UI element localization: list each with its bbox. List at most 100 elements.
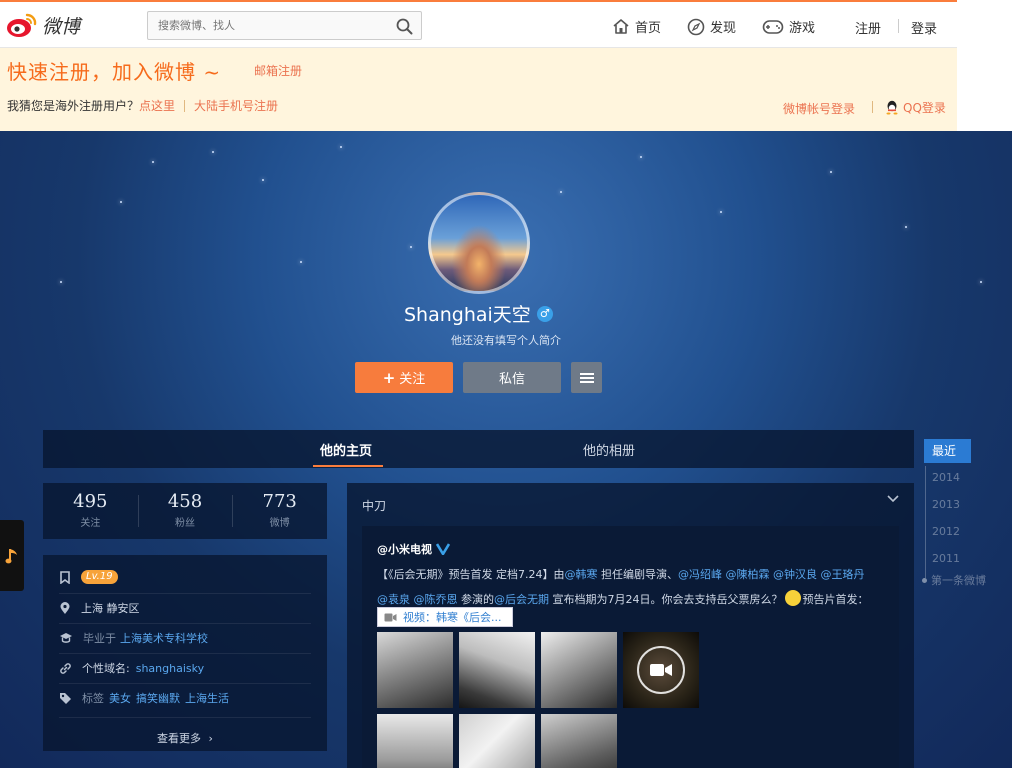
top-nav: 微博 首页 发现 — [0, 0, 957, 48]
timeline-year-2014[interactable]: 2014 — [932, 471, 960, 484]
tag-link[interactable]: 上海生活 — [185, 690, 229, 706]
info-level-row: Lv.19 — [59, 570, 118, 584]
timeline-year-2011[interactable]: 2011 — [932, 552, 960, 565]
gender-male-icon: ♂ — [536, 305, 553, 322]
divider — [59, 683, 311, 684]
video-thumbnail[interactable] — [623, 632, 699, 708]
nav-home[interactable]: 首页 — [612, 17, 661, 36]
timeline-year-2012[interactable]: 2012 — [932, 525, 960, 538]
register-slogan: 快速注册，加入微博 ~ — [7, 60, 222, 84]
active-tab-indicator — [313, 465, 383, 467]
mention-link[interactable]: @陈乔恩 — [414, 593, 458, 606]
mention-link[interactable]: @王珞丹 — [821, 568, 865, 581]
post-author[interactable]: @小米电视 — [377, 541, 450, 557]
stats-panel: 495 关注 458 粉丝 773 微博 — [43, 483, 327, 539]
post-image[interactable] — [377, 632, 453, 708]
verified-v-icon — [436, 543, 450, 555]
nav-games[interactable]: 游戏 — [762, 17, 815, 36]
tag-icon — [60, 692, 71, 704]
stat-followers[interactable]: 458 粉丝 — [137, 483, 233, 539]
divider — [59, 653, 311, 654]
music-player-tab[interactable] — [0, 520, 24, 591]
divider — [59, 623, 311, 624]
stat-following[interactable]: 495 关注 — [43, 483, 138, 539]
qq-penguin-icon — [886, 100, 898, 115]
play-button[interactable] — [637, 646, 685, 694]
post-image[interactable] — [541, 714, 617, 768]
search-input[interactable] — [148, 12, 378, 39]
home-icon — [613, 19, 629, 34]
emoji-icon — [784, 590, 801, 606]
mention-link[interactable]: @陳柏霖 — [726, 568, 770, 581]
domain-link[interactable]: shanghaisky — [136, 662, 204, 675]
timeline-first-post-label: 第一条微博 — [931, 574, 986, 587]
search-button[interactable] — [396, 18, 413, 38]
divider — [872, 101, 873, 113]
post-image[interactable] — [541, 632, 617, 708]
nav-links: 首页 发现 游戏 — [612, 17, 841, 36]
post-text-part: 担任编剧导演、 — [597, 568, 678, 581]
qq-login-link[interactable]: QQ登录 — [885, 99, 946, 116]
tab-album[interactable]: 他的相册 — [583, 440, 635, 459]
register-banner: 快速注册，加入微博 ~ 邮箱注册 我猜您是海外注册用户？ 点这里 大陆手机号注册… — [0, 48, 957, 131]
stat-followers-count: 458 — [167, 491, 203, 512]
weibo-logo[interactable]: 微博 — [6, 11, 80, 39]
see-more-label: 查看更多 — [157, 732, 202, 745]
timeline-line — [925, 466, 926, 578]
mention-link[interactable]: @冯绍峰 — [678, 568, 722, 581]
weibo-logo-icon — [7, 13, 37, 37]
nav-register-link[interactable]: 注册 — [855, 18, 881, 37]
tag-link[interactable]: 美女 — [109, 690, 131, 706]
link-icon — [60, 662, 71, 674]
timeline-year-2013[interactable]: 2013 — [932, 498, 960, 511]
stat-posts[interactable]: 773 微博 — [232, 483, 327, 539]
follow-button-label: 关注 — [399, 372, 426, 387]
school-link[interactable]: 上海美术专科学校 — [120, 630, 208, 646]
mainland-register-link[interactable]: 大陆手机号注册 — [194, 97, 278, 114]
divider — [59, 593, 311, 594]
level-badge[interactable]: Lv.19 — [81, 570, 118, 584]
timeline-recent[interactable]: 最近 — [924, 439, 971, 463]
see-more-link[interactable]: 查看更多 › — [43, 730, 327, 746]
post-text-part: 预告片首发： — [802, 593, 869, 606]
info-domain-row: 个性域名: shanghaisky — [59, 660, 204, 676]
nav-login-link[interactable]: 登录 — [911, 18, 937, 37]
message-button[interactable]: 私信 — [463, 362, 561, 393]
follow-button[interactable]: + 关注 — [355, 362, 453, 393]
post-text-part: 参演的 — [457, 593, 494, 606]
mention-link[interactable]: @韩寒 — [565, 568, 598, 581]
timeline-first-post[interactable]: 第一条微博 — [922, 572, 986, 588]
domain-label: 个性域名: — [82, 662, 130, 675]
info-school-row: 毕业于 上海美术专科学校 — [59, 630, 208, 646]
tag-link[interactable]: 搞笑幽默 — [136, 690, 180, 706]
music-note-icon — [5, 548, 17, 563]
post-image[interactable] — [459, 714, 535, 768]
video-link[interactable]: 视频：韩寒《后会... — [377, 607, 513, 627]
hamburger-icon — [579, 372, 594, 383]
email-register-link[interactable]: 邮箱注册 — [254, 62, 302, 79]
qq-login-label: QQ登录 — [903, 101, 946, 115]
message-button-label: 私信 — [498, 372, 525, 387]
repost-card: @小米电视 【《后会无期》预告首发 定档7.24】由@韩寒 担任编剧导演、@冯绍… — [362, 526, 899, 768]
mention-link[interactable]: @钟汉良 — [773, 568, 817, 581]
click-here-link[interactable]: 点这里 — [139, 97, 175, 114]
collapse-chevron[interactable] — [886, 493, 900, 507]
weibo-account-login-link[interactable]: 微博帐号登录 — [783, 100, 855, 117]
nav-discover-label: 发现 — [710, 21, 737, 36]
mention-link[interactable]: @后会无期 — [494, 593, 549, 606]
location-text: 上海 静安区 — [81, 602, 140, 615]
more-menu-button[interactable] — [571, 362, 602, 393]
graduation-cap-icon — [60, 633, 72, 643]
post-image[interactable] — [459, 632, 535, 708]
stat-posts-count: 773 — [262, 491, 297, 512]
info-location-row: 上海 静安区 — [59, 600, 140, 616]
feed-header: 中刀 — [362, 499, 387, 513]
post-image[interactable] — [377, 714, 453, 768]
profile-info-panel: Lv.19 上海 静安区 毕业于 上海美术专科学校 个性域名: shanghai… — [43, 555, 327, 751]
nav-discover[interactable]: 发现 — [687, 17, 736, 36]
chevron-right-icon: › — [208, 732, 213, 745]
profile-avatar[interactable] — [428, 192, 530, 294]
nav-divider — [898, 19, 899, 33]
mention-link[interactable]: @袁泉 — [377, 593, 410, 606]
tab-home[interactable]: 他的主页 — [320, 440, 372, 459]
